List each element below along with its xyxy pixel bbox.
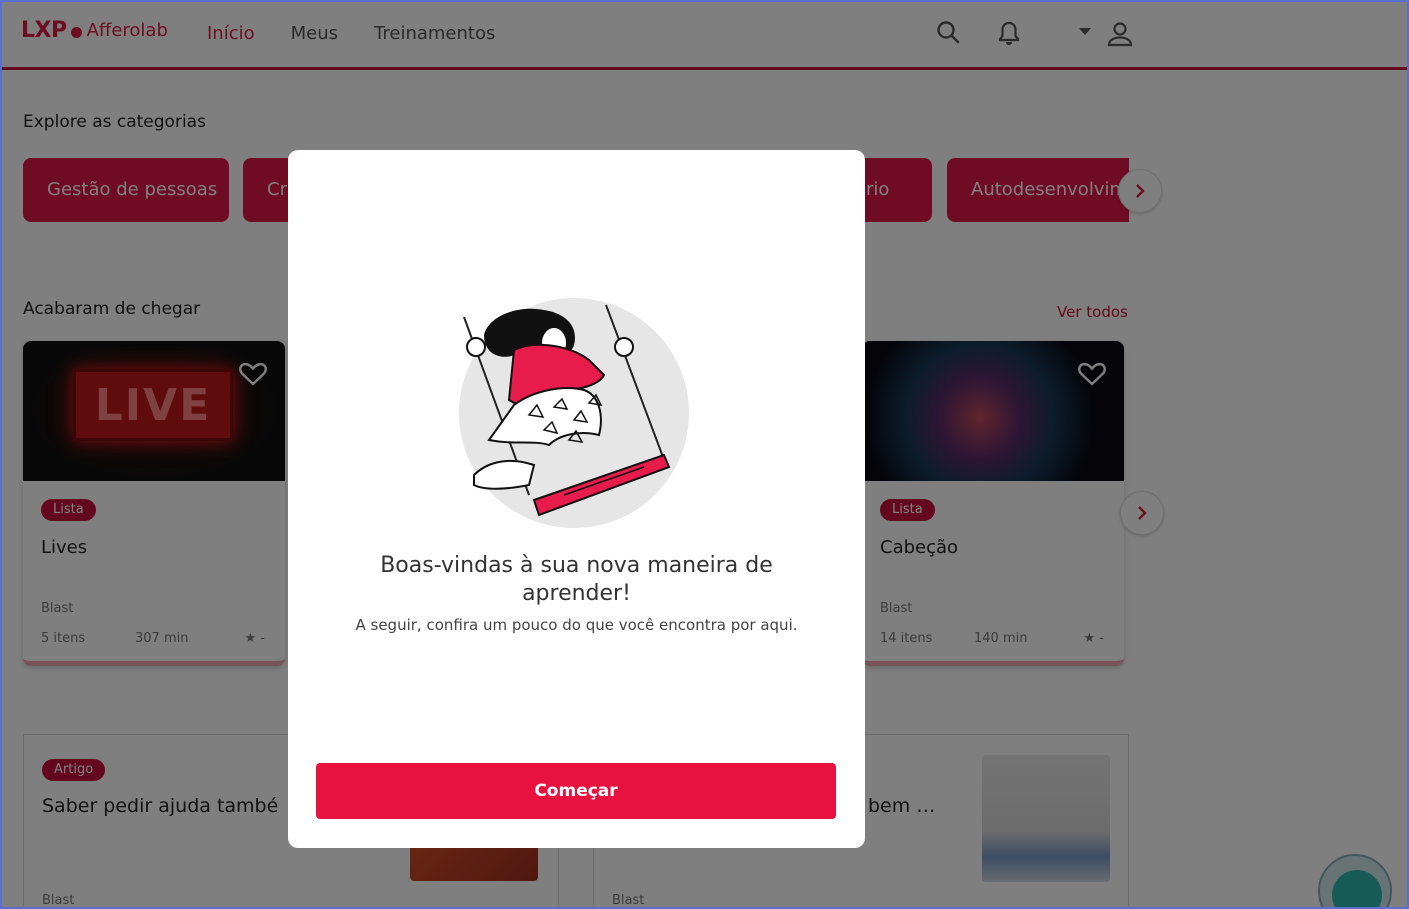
- welcome-modal: Boas-vindas à sua nova maneira de aprend…: [288, 150, 865, 848]
- modal-title: Boas-vindas à sua nova maneira de aprend…: [380, 553, 773, 606]
- modal-subtitle: A seguir, confira um pouco do que você e…: [355, 616, 798, 634]
- start-button[interactable]: Começar: [316, 763, 836, 819]
- swing-illustration: [459, 298, 689, 528]
- page: LXP Afferolab Início Meus Treinamentos E…: [0, 0, 1409, 909]
